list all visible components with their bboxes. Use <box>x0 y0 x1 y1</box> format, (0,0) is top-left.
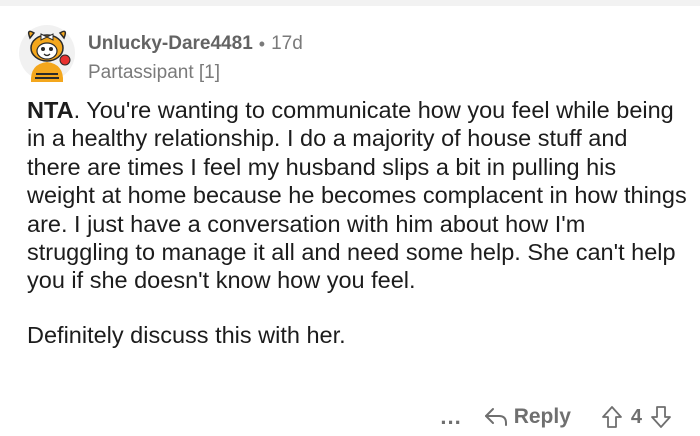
reply-button[interactable]: Reply <box>484 405 571 429</box>
user-avatar[interactable] <box>18 24 76 82</box>
upvote-arrow-icon[interactable] <box>601 405 623 429</box>
downvote-arrow-icon[interactable] <box>650 405 672 429</box>
reply-label: Reply <box>513 405 571 428</box>
comment-action-bar: ... Reply 4 <box>440 400 672 434</box>
verdict-label: NTA <box>27 97 74 123</box>
vote-controls: 4 <box>601 405 672 429</box>
comment-header: Unlucky-Dare4481 • 17d Partassipant [1] <box>88 32 303 85</box>
user-flair: Partassipant [1] <box>88 62 221 83</box>
comment-age: 17d <box>271 33 303 54</box>
meta-row: Unlucky-Dare4481 • 17d <box>88 32 303 56</box>
more-options-button[interactable]: ... <box>440 406 461 428</box>
comment-body: NTA. You're wanting to communicate how y… <box>27 96 687 349</box>
paragraph-text: Definitely discuss this with her. <box>27 321 346 348</box>
reply-arrow-icon <box>484 406 508 428</box>
comment-paragraph: NTA. You're wanting to communicate how y… <box>27 96 687 295</box>
paragraph-text: . You're wanting to communicate how you … <box>27 97 687 294</box>
meta-separator: • <box>258 34 266 54</box>
author-username[interactable]: Unlucky-Dare4481 <box>88 32 253 56</box>
comment-card: Unlucky-Dare4481 • 17d Partassipant [1] … <box>0 6 700 436</box>
comment-paragraph: Definitely discuss this with her. <box>27 321 687 349</box>
vote-score: 4 <box>630 405 642 428</box>
snoo-avatar-icon <box>19 25 75 82</box>
